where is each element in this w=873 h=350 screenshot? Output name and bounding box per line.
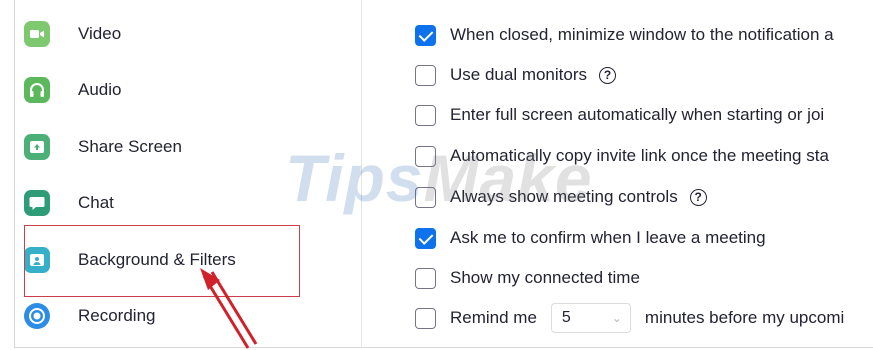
setting-label: Use dual monitors — [450, 65, 588, 84]
record-icon — [24, 303, 50, 329]
help-icon[interactable]: ? — [599, 66, 617, 84]
share-screen-icon — [24, 134, 50, 160]
setting-label: Ask me to confirm when I leave a meeting — [450, 228, 766, 247]
checkbox[interactable] — [415, 24, 436, 46]
video-icon — [24, 21, 50, 47]
setting-auto-fullscreen[interactable]: Enter full screen automatically when sta… — [415, 101, 824, 129]
checkbox[interactable] — [415, 186, 436, 208]
setting-label: Automatically copy invite link once the … — [450, 146, 829, 165]
checkbox[interactable] — [415, 104, 436, 126]
setting-label: Show my connected time — [450, 268, 640, 287]
remind-minutes-select[interactable]: 5 ⌄ — [550, 303, 631, 333]
sidebar-item-label: Chat — [78, 193, 114, 212]
setting-copy-invite-link[interactable]: Automatically copy invite link once the … — [415, 142, 829, 170]
red-arrow-icon — [200, 268, 258, 349]
sidebar-item-video[interactable]: Video — [24, 14, 121, 54]
setting-label-suffix: minutes before my upcomi — [644, 308, 845, 327]
checkbox[interactable] — [415, 267, 436, 289]
setting-label: Enter full screen automatically when sta… — [450, 105, 825, 124]
sidebar-item-label: Share Screen — [78, 137, 182, 156]
setting-confirm-leave[interactable]: Ask me to confirm when I leave a meeting — [415, 224, 766, 252]
sidebar-item-label: Recording — [78, 306, 156, 325]
checkbox[interactable] — [415, 64, 436, 86]
checkbox[interactable] — [415, 227, 436, 249]
setting-show-connected-time[interactable]: Show my connected time — [415, 264, 640, 292]
sidebar-item-label: Audio — [78, 80, 122, 99]
checkbox[interactable] — [415, 145, 436, 167]
chat-icon — [24, 190, 50, 216]
sidebar-item-audio[interactable]: Audio — [24, 70, 121, 110]
setting-minimize-to-tray[interactable]: When closed, minimize window to the noti… — [415, 21, 834, 49]
select-value: 5 — [561, 309, 571, 326]
sidebar-item-chat[interactable]: Chat — [24, 183, 114, 223]
sidebar-item-share-screen[interactable]: Share Screen — [24, 127, 182, 167]
setting-label: Always show meeting controls — [450, 187, 678, 206]
checkbox[interactable] — [415, 307, 436, 329]
sidebar-item-recording[interactable]: Recording — [24, 296, 156, 336]
headphones-icon — [24, 77, 50, 103]
setting-show-meeting-controls[interactable]: Always show meeting controls ? — [415, 183, 707, 211]
help-icon[interactable]: ? — [689, 188, 707, 206]
general-settings-panel: When closed, minimize window to the noti… — [415, 0, 873, 348]
setting-label: When closed, minimize window to the noti… — [450, 25, 834, 44]
chevron-down-icon: ⌄ — [611, 311, 622, 325]
setting-dual-monitors[interactable]: Use dual monitors ? — [415, 61, 617, 89]
setting-remind-me[interactable]: Remind me 5 ⌄ minutes before my upcomi — [415, 303, 845, 333]
sidebar-item-label: Video — [78, 24, 122, 43]
setting-label: Remind me — [450, 308, 537, 327]
